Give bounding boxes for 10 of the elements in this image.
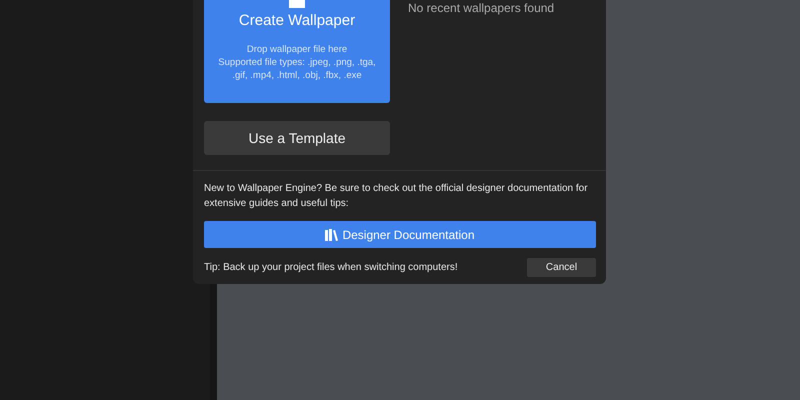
cancel-button[interactable]: Cancel [527,258,596,277]
tip-text: Tip: Back up your project files when switching computers! [204,262,458,273]
card-title: Create Wallpaper [238,12,356,29]
documentation-button[interactable]: Designer Documentation [204,221,596,248]
intro-text: New to Wallpaper Engine? Be sure to check out the official designer documentation for extensive guides and useful tips: [204,182,589,211]
file-types-text: Supported file types: .jpeg, .png, .tga, .gif, .mp4, .html, .obj, .fbx, .exe [217,56,377,82]
template-button[interactable]: Use a Template [204,121,390,155]
create-wallpaper-card[interactable]: Create Wallpaper Drop wallpaper file here Supported file types: .jpeg, .png, .tga, .gif, .mp4, .html, .obj, .fbx, .exe [204,0,390,103]
drop-hint: Drop wallpaper file here [246,43,348,56]
empty-recent-text: No recent wallpapers found [408,1,554,15]
